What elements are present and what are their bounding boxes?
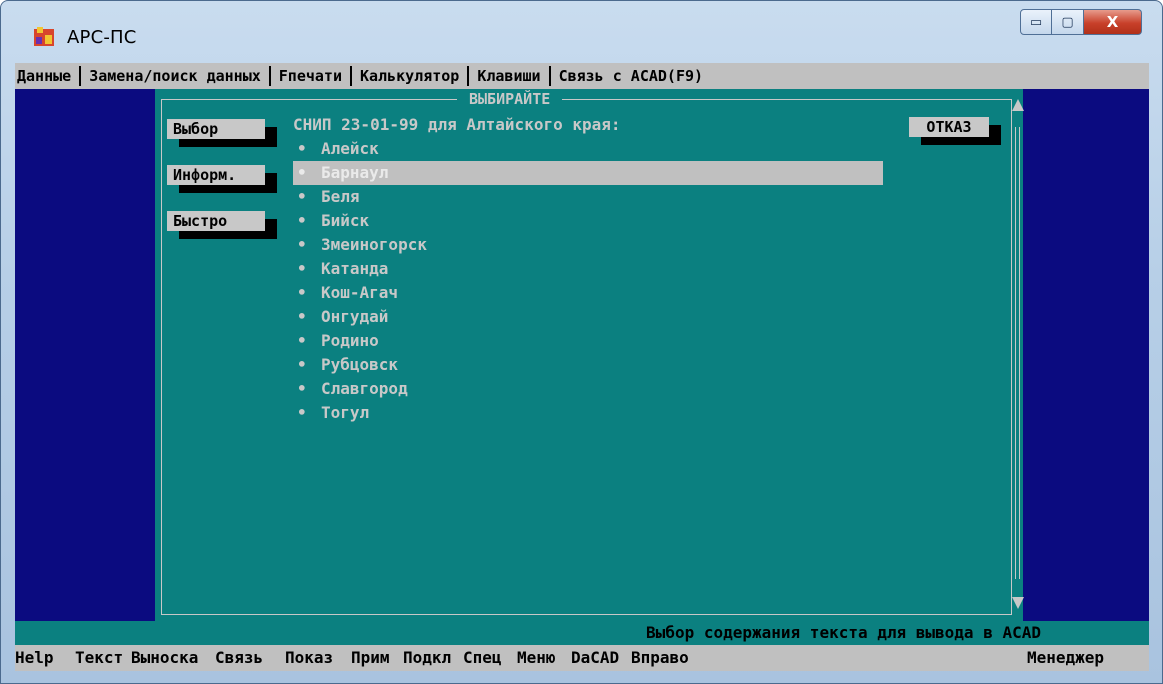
bullet-icon: • [297, 283, 307, 302]
bullet-icon: • [297, 307, 307, 326]
list-item[interactable]: • Беля [293, 185, 883, 209]
menu-acad-link[interactable]: Связь с ACAD(F9) [557, 67, 706, 85]
fkey-0[interactable]: Help [15, 645, 54, 671]
list-item-label: Бийск [321, 211, 370, 230]
list-item[interactable]: • Родино [293, 329, 883, 353]
list-item-label: Змеиногорск [321, 235, 427, 254]
list-item-label: Алейск [321, 139, 379, 158]
scroll-track[interactable] [1015, 127, 1020, 579]
menu-replace-search[interactable]: Замена/поиск данных [87, 67, 263, 85]
fkey-9[interactable]: DaCAD [571, 645, 619, 671]
list-item-label: Родино [321, 331, 379, 350]
app-window: APC-ПС ▭ ▢ X Данные Замена/поиск данных … [0, 0, 1163, 684]
fkey-11[interactable]: Менеджер [1027, 645, 1104, 671]
fkey-5[interactable]: Прим [351, 645, 390, 671]
status-line: Выбор содержания текста для вывода в ACA… [15, 621, 1149, 645]
fkey-6[interactable]: Подкл [403, 645, 451, 671]
title-bar[interactable]: APC-ПС ▭ ▢ X [1, 1, 1162, 63]
list-item[interactable]: • Алейск [293, 137, 883, 161]
bullet-icon: • [297, 331, 307, 350]
list-header: СНИП 23-01-99 для Алтайского края: [293, 115, 621, 134]
menu-separator [548, 66, 551, 86]
menu-separator [350, 66, 352, 86]
menu-print[interactable]: Fпечати [277, 67, 344, 85]
bullet-icon: • [297, 235, 307, 254]
bullet-icon: • [297, 259, 307, 278]
info-button[interactable]: Информ. [167, 165, 265, 185]
vertical-scrollbar[interactable] [1012, 99, 1024, 609]
maximize-button[interactable]: ▢ [1052, 9, 1084, 35]
bullet-icon: • [297, 187, 307, 206]
scroll-up-arrow-icon[interactable] [1012, 99, 1024, 111]
list-item[interactable]: • Барнаул [293, 161, 883, 185]
list-item[interactable]: • Онгудай [293, 305, 883, 329]
fkey-7[interactable]: Спец [463, 645, 502, 671]
list-item-label: Беля [321, 187, 360, 206]
quick-button[interactable]: Быстро [167, 211, 265, 231]
window-title: APC-ПС [67, 27, 137, 48]
menu-separator [467, 66, 470, 86]
list-item-label: Тогул [321, 403, 370, 422]
bullet-icon: • [297, 355, 307, 374]
fkey-10[interactable]: Вправо [631, 645, 689, 671]
select-dialog: ВЫБИРАЙТЕ Выбор Информ. Быстро ОТКАЗ СНИ… [155, 89, 1024, 621]
fkey-2[interactable]: Выноска [131, 645, 198, 671]
list-item-label: Барнаул [321, 163, 389, 182]
fkey-3[interactable]: Связь [215, 645, 263, 671]
close-button[interactable]: X [1084, 9, 1142, 35]
menu-calculator[interactable]: Калькулятор [358, 67, 461, 85]
fkey-1[interactable]: Текст [75, 645, 123, 671]
list-item-label: Кош-Агач [321, 283, 399, 302]
menu-separator [79, 66, 82, 86]
menu-bar: Данные Замена/поиск данных Fпечати Кальк… [15, 63, 1149, 89]
app-icon [34, 27, 54, 46]
menu-separator [268, 66, 271, 86]
minimize-button[interactable]: ▭ [1020, 9, 1052, 35]
select-button[interactable]: Выбор [167, 119, 265, 139]
bullet-icon: • [297, 403, 307, 422]
list-item[interactable]: • Тогул [293, 401, 883, 425]
window-controls: ▭ ▢ X [1020, 9, 1142, 37]
menu-data[interactable]: Данные [15, 67, 73, 85]
bullet-icon: • [297, 379, 307, 398]
menu-keys[interactable]: Клавиши [475, 67, 542, 85]
dialog-title: ВЫБИРАЙТЕ [457, 91, 563, 107]
list-item[interactable]: • Славгород [293, 377, 883, 401]
scroll-down-arrow-icon[interactable] [1012, 597, 1024, 609]
list-item[interactable]: • Катанда [293, 257, 883, 281]
bullet-icon: • [297, 211, 307, 230]
list-item[interactable]: • Кош-Агач [293, 281, 883, 305]
function-key-bar: Help Текст Выноска Связь Показ Прим Подкл Спец М… [15, 645, 1149, 671]
list-item[interactable]: • Змеиногорск [293, 233, 883, 257]
list-item[interactable]: • Бийск [293, 209, 883, 233]
bullet-icon: • [297, 139, 307, 158]
list-item[interactable]: • Рубцовск [293, 353, 883, 377]
list-item-label: Рубцовск [321, 355, 399, 374]
list-item-label: Славгород [321, 379, 408, 398]
list-item-label: Онгудай [321, 307, 389, 326]
bullet-icon: • [297, 163, 307, 182]
city-list: • Алейск • Барнаул • Беля • Бийск • Змеиногорск • К… [293, 137, 883, 425]
list-item-label: Катанда [321, 259, 389, 278]
fkey-4[interactable]: Показ [285, 645, 333, 671]
cancel-button[interactable]: ОТКАЗ [909, 117, 989, 137]
fkey-8[interactable]: Меню [517, 645, 556, 671]
dos-client-area: Данные Замена/поиск данных Fпечати Кальк… [15, 63, 1149, 671]
